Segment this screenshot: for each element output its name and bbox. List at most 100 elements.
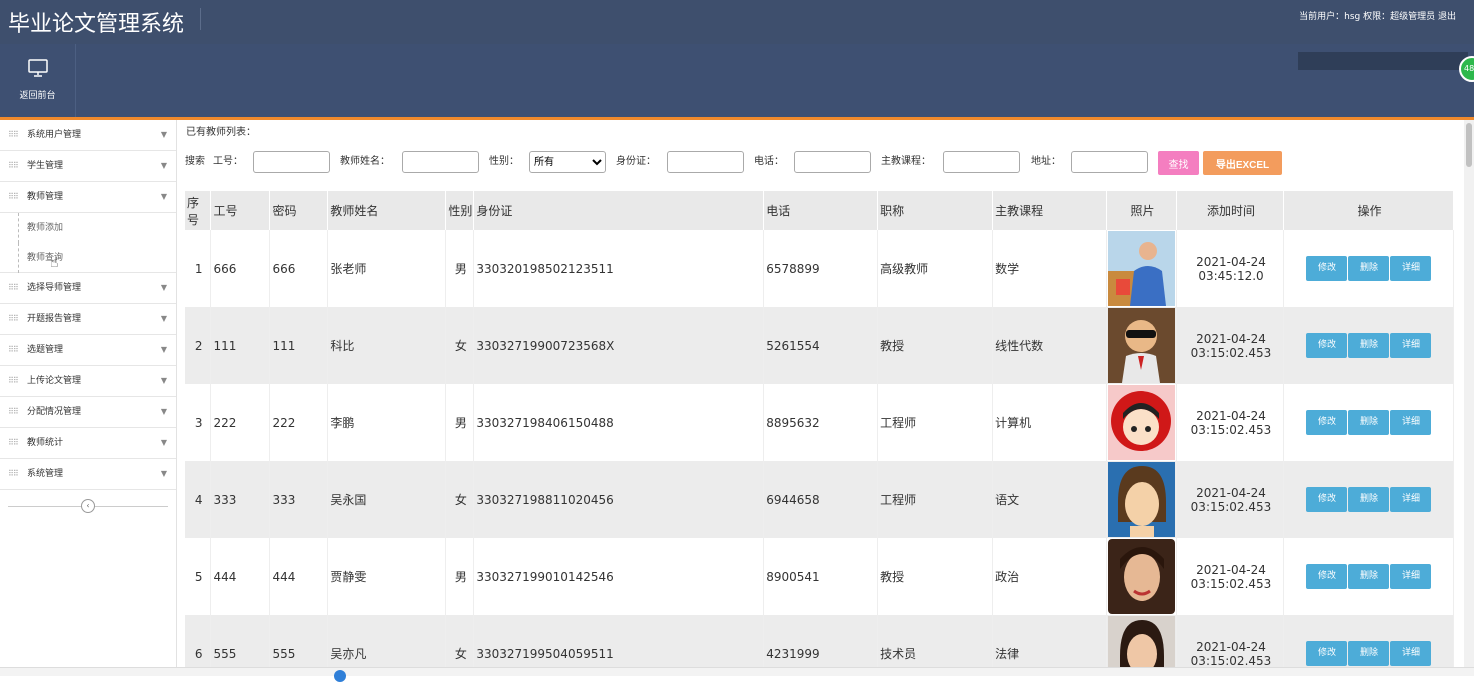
delete-button[interactable]: 删除	[1348, 487, 1390, 512]
edit-button[interactable]: 修改	[1306, 333, 1348, 358]
detail-button[interactable]: 详细	[1390, 256, 1432, 281]
export-excel-button[interactable]: 导出EXCEL	[1203, 151, 1282, 175]
teacher-photo[interactable]	[1108, 462, 1175, 537]
detail-button[interactable]: 详细	[1390, 333, 1432, 358]
chevron-down-icon: ▼	[160, 376, 167, 385]
teacher-photo[interactable]	[1108, 308, 1175, 383]
cell-password: 222	[269, 384, 329, 461]
sidebar-item-allocation[interactable]: ⠿⠿ 分配情况管理 ▼	[0, 397, 176, 428]
cell-id: 666	[210, 230, 271, 307]
delete-button[interactable]: 删除	[1348, 333, 1390, 358]
sidebar-item-system[interactable]: ⠿⠿ 系统管理 ▼	[0, 459, 176, 490]
teacher-photo[interactable]	[1108, 385, 1175, 460]
col-header-added-time: 添加时间	[1176, 191, 1284, 230]
detail-button[interactable]: 详细	[1390, 487, 1432, 512]
detail-button[interactable]: 详细	[1390, 564, 1432, 589]
address-input[interactable]	[1071, 151, 1148, 173]
cell-name: 吴亦凡	[327, 615, 447, 667]
cell-name: 贾静雯	[327, 538, 447, 615]
phone-input[interactable]	[794, 151, 871, 173]
cell-gender: 女	[445, 307, 475, 384]
added-date: 2021-04-24	[1196, 408, 1266, 423]
label-gender: 性别：	[489, 156, 519, 167]
toolbar: 返回前台 48	[0, 44, 1474, 117]
cell-photo	[1106, 538, 1177, 615]
cell-actions: 修改 删除 详细	[1283, 615, 1455, 667]
sidebar-item-label: 教师管理	[27, 192, 64, 202]
collapse-sidebar-button[interactable]: ‹	[81, 499, 95, 513]
course-input[interactable]	[943, 151, 1020, 173]
gender-select[interactable]: 所有	[529, 151, 606, 173]
home-button[interactable]: 返回前台	[0, 44, 76, 117]
cell-id: 444	[210, 538, 271, 615]
table-row: 2 111 111 科比 女 33032719900723568X 526155…	[185, 307, 1455, 384]
title-divider	[200, 8, 201, 30]
cell-name: 科比	[327, 307, 447, 384]
detail-button[interactable]: 详细	[1390, 410, 1432, 435]
chevron-down-icon: ▼	[160, 469, 167, 478]
added-date: 2021-04-24	[1196, 254, 1266, 269]
sidebar-item-proposal[interactable]: ⠿⠿ 开题报告管理 ▼	[0, 304, 176, 335]
label-address: 地址：	[1031, 156, 1061, 167]
grip-icon: ⠿⠿	[8, 376, 19, 385]
added-clock: 03:15:02.453	[1190, 653, 1272, 668]
taskbar-app-icon[interactable]	[334, 670, 346, 682]
col-header-photo: 照片	[1106, 191, 1177, 230]
grip-icon: ⠿⠿	[8, 161, 19, 170]
teacher-name-input[interactable]	[402, 151, 479, 173]
sidebar-item-teacher-stats[interactable]: ⠿⠿ 教师统计 ▼	[0, 428, 176, 459]
added-date: 2021-04-24	[1196, 485, 1266, 500]
edit-button[interactable]: 修改	[1306, 641, 1348, 666]
sidebar-subitem-teacher-query[interactable]: 教师查询	[0, 243, 176, 273]
cell-idcard: 330327198811020456	[473, 461, 765, 538]
edit-button[interactable]: 修改	[1306, 487, 1348, 512]
cell-added-time: 2021-04-24 03:15:02.453	[1176, 384, 1284, 461]
scrollbar-thumb[interactable]	[1466, 123, 1472, 167]
cell-gender: 女	[445, 615, 475, 667]
table-row: 4 333 333 吴永国 女 330327198811020456 69446…	[185, 461, 1455, 538]
sidebar-item-teachers[interactable]: ⠿⠿ 教师管理 ▼	[0, 182, 176, 213]
edit-button[interactable]: 修改	[1306, 256, 1348, 281]
grip-icon: ⠿⠿	[8, 469, 19, 478]
cell-title: 教授	[877, 538, 994, 615]
teacher-photo[interactable]	[1108, 231, 1175, 306]
sidebar-item-label: 选择导师管理	[27, 283, 82, 293]
user-info[interactable]: 当前用户：hsg 权限：超级管理员 退出	[1299, 9, 1456, 22]
detail-button[interactable]: 详细	[1390, 641, 1432, 666]
grip-icon: ⠿⠿	[8, 314, 19, 323]
teacher-id-input[interactable]	[253, 151, 330, 173]
cell-idcard: 330327199010142546	[473, 538, 765, 615]
edit-button[interactable]: 修改	[1306, 564, 1348, 589]
sidebar-item-upload-thesis[interactable]: ⠿⠿ 上传论文管理 ▼	[0, 366, 176, 397]
edit-button[interactable]: 修改	[1306, 410, 1348, 435]
idcard-input[interactable]	[667, 151, 744, 173]
cell-actions: 修改 删除 详细	[1283, 230, 1455, 307]
cell-actions: 修改 删除 详细	[1283, 307, 1455, 384]
cell-no: 4	[185, 461, 212, 538]
cell-name: 张老师	[327, 230, 447, 307]
cell-phone: 6944658	[763, 461, 879, 538]
sidebar-item-topics[interactable]: ⠿⠿ 选题管理 ▼	[0, 335, 176, 366]
notification-badge[interactable]: 48	[1459, 56, 1474, 82]
sidebar-item-label: 系统管理	[27, 469, 64, 479]
teacher-photo[interactable]	[1108, 539, 1175, 614]
cell-course: 数学	[992, 230, 1108, 307]
cell-name: 李鹏	[327, 384, 447, 461]
vertical-scrollbar[interactable]	[1464, 120, 1474, 667]
table-row: 6 555 555 吴亦凡 女 330327199504059511 42319…	[185, 615, 1455, 668]
delete-button[interactable]: 删除	[1348, 641, 1390, 666]
added-date: 2021-04-24	[1196, 639, 1266, 654]
sidebar-item-students[interactable]: ⠿⠿ 学生管理 ▼	[0, 151, 176, 182]
sidebar-subitem-teacher-add[interactable]: 教师添加	[0, 213, 176, 243]
delete-button[interactable]: 删除	[1348, 410, 1390, 435]
delete-button[interactable]: 删除	[1348, 564, 1390, 589]
delete-button[interactable]: 删除	[1348, 256, 1390, 281]
find-button[interactable]: 查找	[1158, 151, 1199, 175]
sidebar-item-advisor-select[interactable]: ⠿⠿ 选择导师管理 ▼	[0, 273, 176, 304]
cell-phone: 6578899	[763, 230, 879, 307]
top-header: 毕业论文管理系统 当前用户：hsg 权限：超级管理员 退出	[0, 0, 1474, 44]
teacher-photo[interactable]	[1108, 616, 1175, 667]
sidebar-item-system-users[interactable]: ⠿⠿ 系统用户管理 ▼	[0, 120, 176, 151]
grip-icon: ⠿⠿	[8, 283, 19, 292]
toolbar-search-box[interactable]	[1298, 52, 1468, 70]
